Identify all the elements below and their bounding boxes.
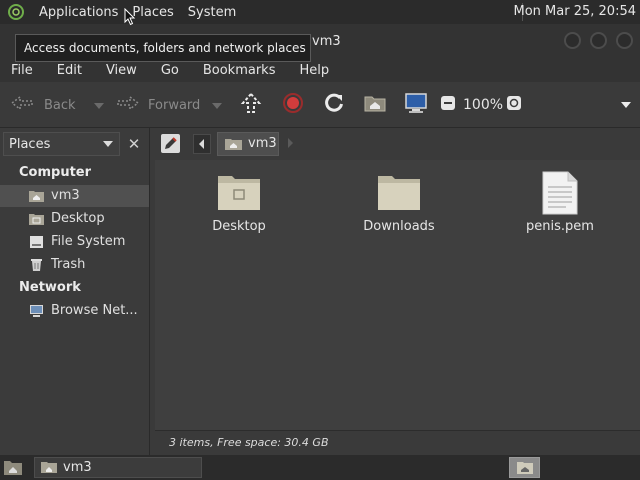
stop-icon (282, 92, 304, 118)
bottom-panel: vm3 (0, 455, 640, 480)
drive-icon (29, 235, 44, 249)
show-desktop-icon (4, 461, 22, 475)
chevron-down-icon (620, 98, 632, 113)
sidebar-item-label: Trash (51, 257, 86, 272)
trash-icon (29, 258, 44, 272)
sidebar-item-label: Browse Net... (51, 303, 138, 318)
home-folder-icon (29, 189, 44, 203)
desktop-folder-icon (29, 212, 44, 226)
top-panel: Applications Places System Mon Mar 25, 2… (0, 0, 640, 24)
home-folder-icon (517, 462, 533, 474)
forward-label: Forward (148, 97, 201, 113)
zoom-out-icon (440, 95, 456, 115)
forward-arrow-icon (116, 95, 140, 115)
sidebar-selector-label: Places (9, 136, 51, 152)
close-window-button[interactable] (616, 32, 633, 49)
forward-history-chevron-icon[interactable] (212, 98, 223, 113)
toggle-location-entry-button[interactable] (161, 134, 180, 153)
menu-view[interactable]: View (99, 63, 144, 78)
maximize-button[interactable] (590, 32, 607, 49)
sidebar-item-file-system[interactable]: File System (0, 231, 149, 253)
zoom-out-button[interactable] (440, 82, 456, 128)
zoom-in-button[interactable] (506, 82, 522, 128)
file-item-desktop[interactable]: Desktop (184, 170, 294, 240)
file-name: Desktop (212, 219, 266, 234)
menu-help[interactable]: Help (292, 63, 336, 78)
sidebar-item-browse-network[interactable]: Browse Net... (0, 300, 149, 322)
sidebar-item-label: vm3 (51, 188, 80, 203)
file-name: penis.pem (526, 219, 594, 234)
menu-go[interactable]: Go (154, 63, 186, 78)
home-folder-icon (364, 94, 386, 116)
up-arrow-icon (240, 92, 262, 118)
menu-applications[interactable]: Applications (32, 5, 125, 20)
toolbar-overflow-button[interactable] (620, 82, 632, 128)
home-folder-icon (41, 462, 57, 473)
breadcrumb-scroll-right-button[interactable] (288, 138, 293, 148)
sidebar-item-trash[interactable]: Trash (0, 254, 149, 276)
status-bar: 3 items, Free space: 30.4 GB (155, 430, 640, 455)
sidebar-item-vm3[interactable]: vm3 (0, 185, 149, 207)
up-button[interactable] (240, 82, 262, 128)
menu-edit[interactable]: Edit (50, 63, 89, 78)
zoom-percentage: 100% (463, 97, 504, 113)
window-title: vm3 (312, 34, 341, 49)
chevron-left-icon (199, 139, 204, 149)
stop-button[interactable] (282, 82, 304, 128)
computer-button[interactable] (404, 82, 428, 128)
computer-icon (404, 92, 428, 118)
edit-pencil-icon (165, 137, 177, 149)
reload-icon (323, 92, 345, 118)
reload-button[interactable] (323, 82, 345, 128)
breadcrumb-scroll-left-button[interactable] (193, 134, 211, 154)
taskbar-window-label: vm3 (63, 460, 92, 475)
toolbar: Back Forward 100% (0, 82, 640, 128)
workspace-switcher[interactable] (509, 457, 540, 478)
menu-system[interactable]: System (181, 5, 243, 20)
sidebar-item-desktop[interactable]: Desktop (0, 208, 149, 230)
back-button[interactable]: Back (10, 82, 104, 128)
sidebar-selector[interactable]: Places (3, 132, 120, 156)
places-tooltip: Access documents, folders and network pl… (15, 34, 311, 62)
show-desktop-button[interactable] (3, 459, 23, 480)
back-history-chevron-icon[interactable] (93, 98, 104, 113)
taskbar-window-vm3[interactable]: vm3 (34, 457, 202, 478)
mouse-pointer-icon (124, 7, 136, 30)
location-bar: vm3 (151, 128, 640, 160)
file-view[interactable]: Desktop Downloads penis.pem (155, 160, 640, 430)
forward-button[interactable]: Forward (116, 82, 223, 128)
desktop-folder-icon (218, 176, 260, 210)
sidebar: Places ✕ Computer vm3 Desktop File Syste… (0, 128, 150, 455)
folder-icon (378, 176, 420, 210)
file-item-downloads[interactable]: Downloads (344, 170, 454, 240)
back-arrow-icon (10, 95, 34, 115)
clock[interactable]: Mon Mar 25, 20:54 (514, 4, 636, 19)
breadcrumb-label: vm3 (248, 136, 277, 151)
zoom-level: 100% (463, 82, 503, 128)
menu-bookmarks[interactable]: Bookmarks (196, 63, 283, 78)
file-name: Downloads (363, 219, 435, 234)
home-button[interactable] (364, 82, 386, 128)
sidebar-heading-network: Network (19, 280, 81, 295)
sidebar-item-label: File System (51, 234, 126, 249)
home-folder-icon (225, 139, 242, 150)
network-icon (29, 304, 44, 318)
zoom-in-icon (506, 95, 522, 115)
sidebar-item-label: Desktop (51, 211, 105, 226)
minimize-button[interactable] (564, 32, 581, 49)
file-item-penis-pem[interactable]: penis.pem (505, 170, 615, 240)
chevron-down-icon (103, 141, 113, 147)
status-text: 3 items, Free space: 30.4 GB (169, 436, 329, 449)
sidebar-heading-computer: Computer (19, 165, 92, 180)
menu-file[interactable]: File (4, 63, 40, 78)
text-file-icon (542, 171, 578, 215)
distro-logo-icon[interactable] (6, 2, 26, 22)
close-sidebar-button[interactable]: ✕ (124, 134, 144, 154)
back-label: Back (44, 97, 76, 113)
